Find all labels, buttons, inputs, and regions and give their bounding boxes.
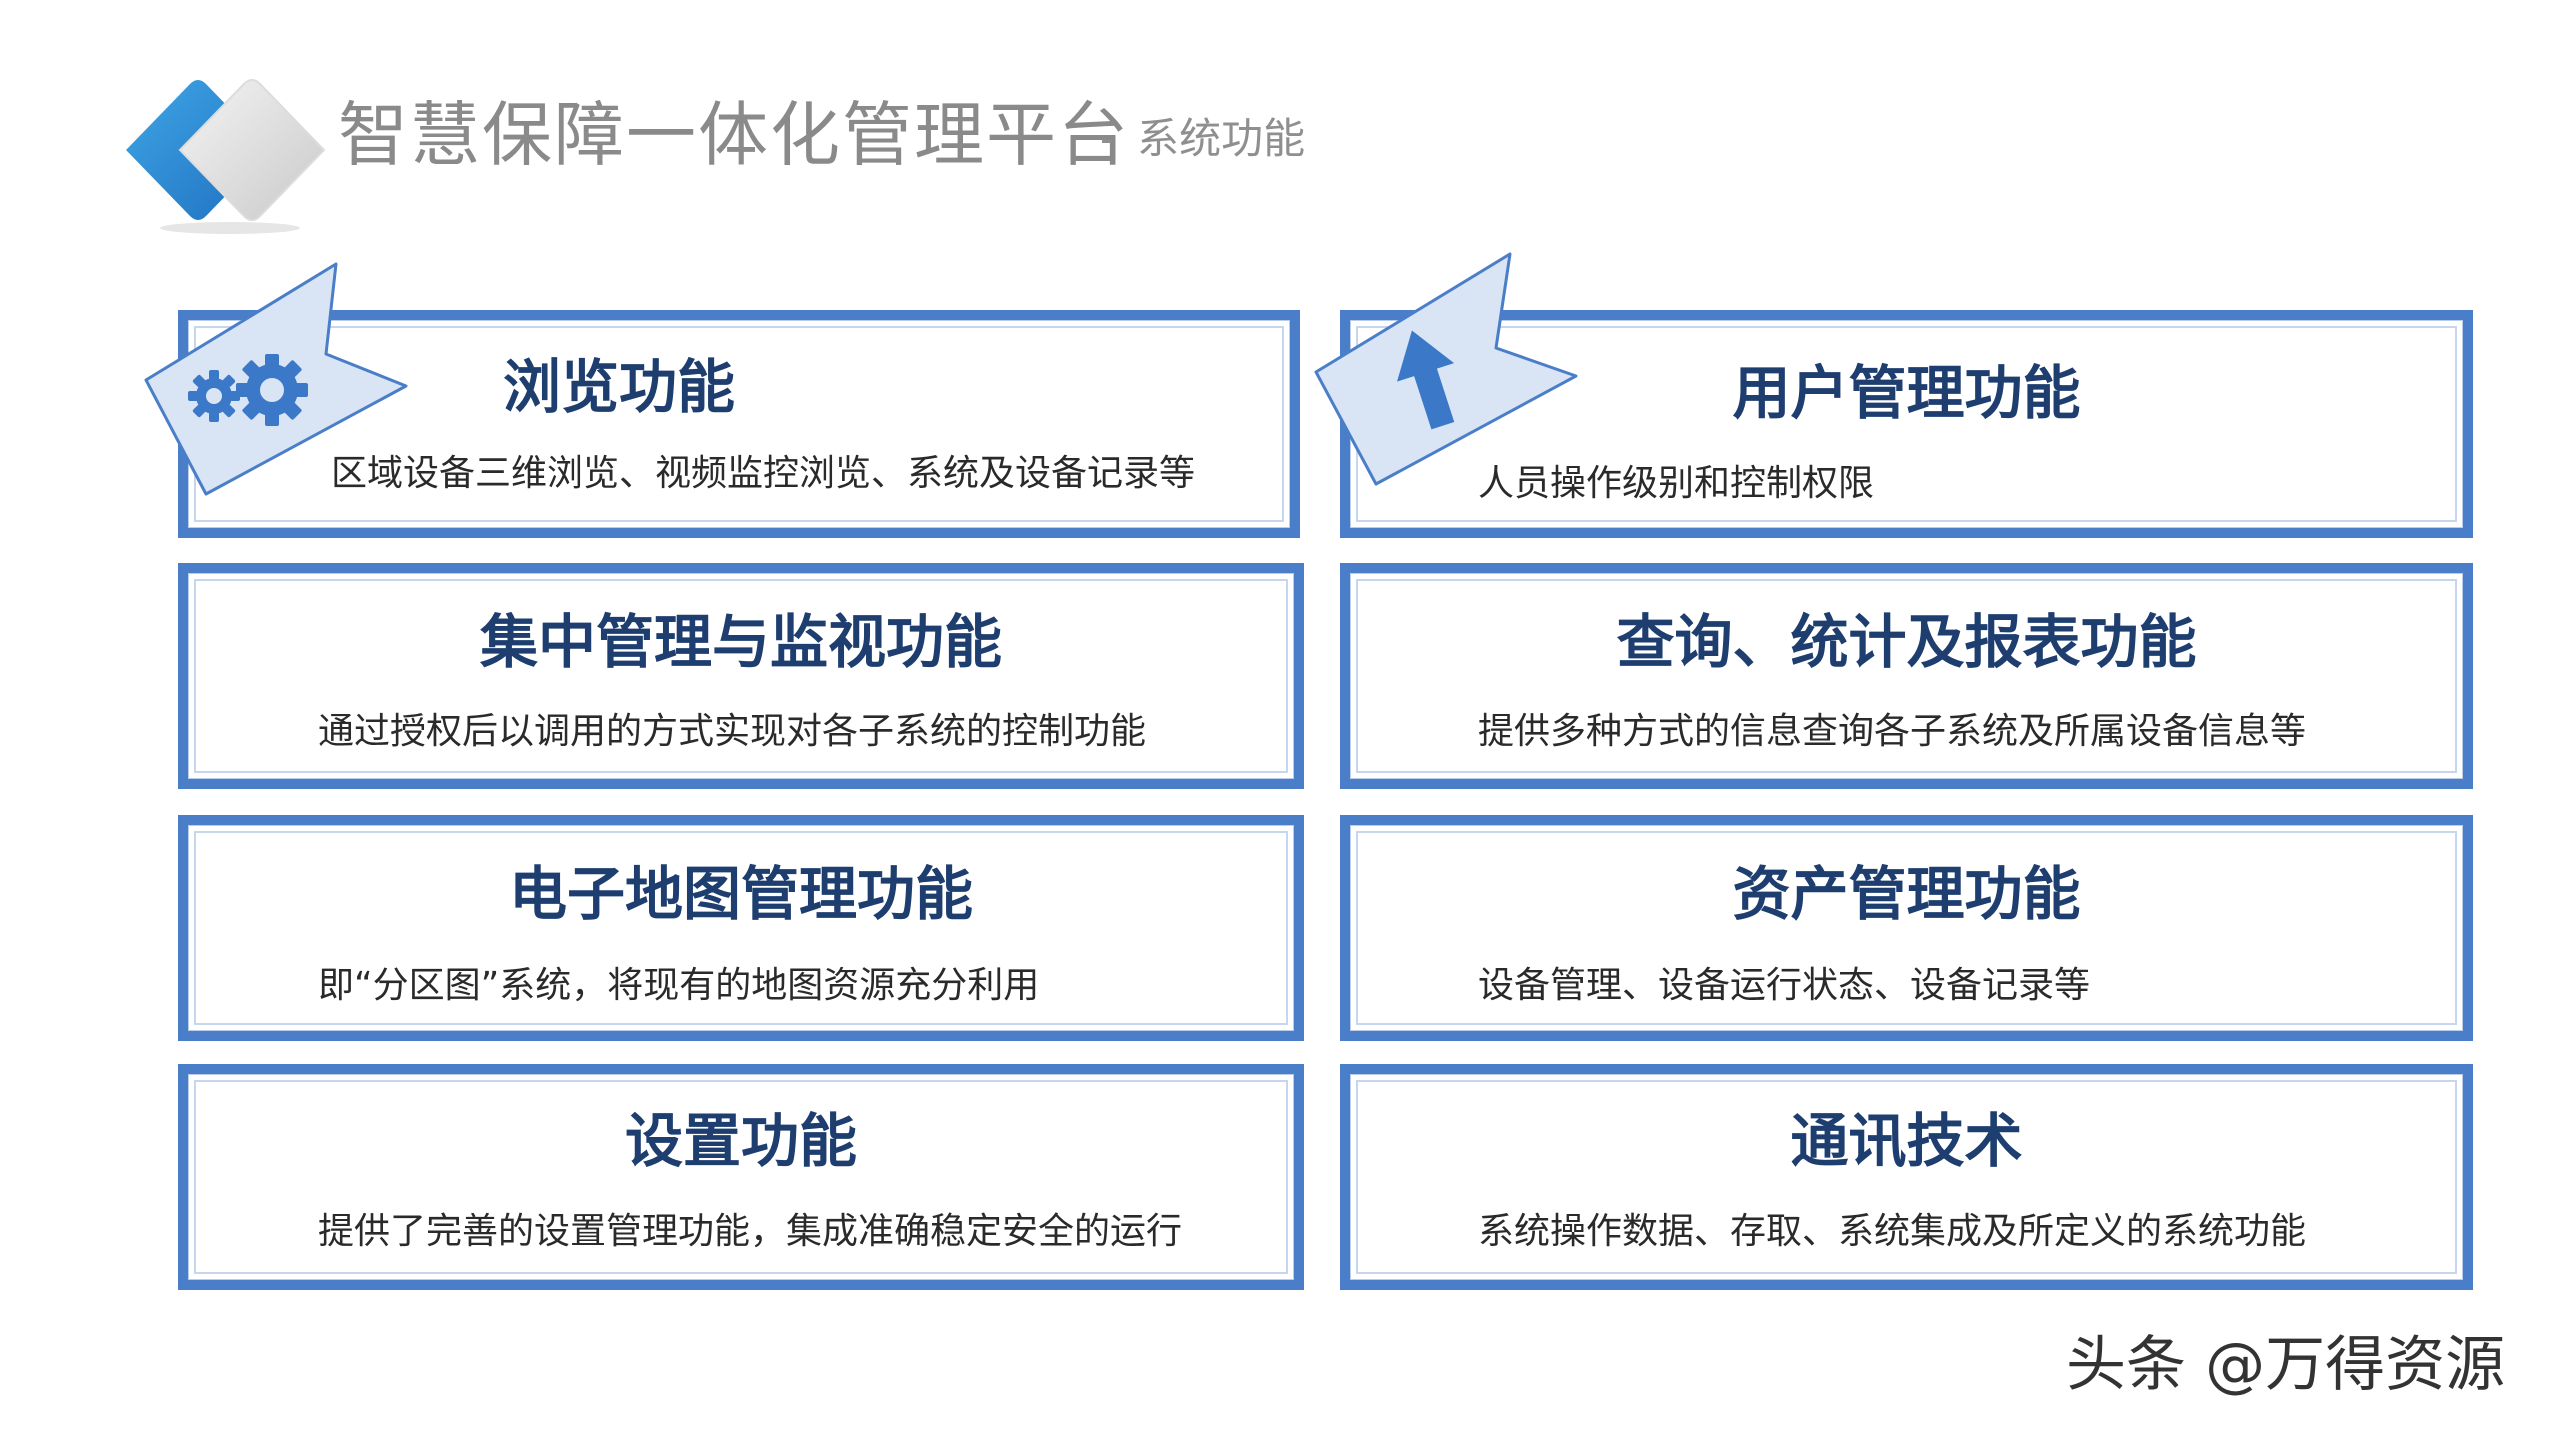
card-desc: 区域设备三维浏览、视频监控浏览、系统及设备记录等 <box>331 453 1196 494</box>
card-desc: 设备管理、设备运行状态、设备记录等 <box>1478 965 2091 1006</box>
card-asset-management: 资产管理功能 设备管理、设备运行状态、设备记录等 <box>1340 815 2473 1041</box>
card-query-statistics: 查询、统计及报表功能 提供多种方式的信息查询各子系统及所属设备信息等 <box>1340 563 2473 789</box>
page-subtitle: - 系统功能 <box>1100 118 1305 160</box>
card-desc: 提供了完善的设置管理功能，集成准确稳定安全的运行 <box>318 1211 1183 1252</box>
subtitle-text: 系统功能 <box>1137 114 1306 163</box>
logo-diamond-icon <box>126 79 326 234</box>
subtitle-dash: - <box>1100 114 1116 163</box>
card-title: 电子地图管理功能 <box>508 860 973 928</box>
card-title: 设置功能 <box>624 1107 857 1175</box>
card-desc: 即“分区图”系统，将现有的地图资源充分利用 <box>318 965 1040 1006</box>
card-communication: 通讯技术 系统操作数据、存取、系统集成及所定义的系统功能 <box>1340 1064 2473 1290</box>
card-desc: 通过授权后以调用的方式实现对各子系统的控制功能 <box>318 711 1147 752</box>
card-central-management: 集中管理与监视功能 通过授权后以调用的方式实现对各子系统的控制功能 <box>178 563 1304 789</box>
card-title: 通讯技术 <box>1790 1107 2023 1175</box>
card-desc: 提供多种方式的信息查询各子系统及所属设备信息等 <box>1478 711 2307 752</box>
card-title: 集中管理与监视功能 <box>479 608 1002 676</box>
cursor-arrow-icon <box>1314 252 1578 486</box>
watermark: 头条 @万得资源 <box>2066 1330 2506 1400</box>
card-title: 资产管理功能 <box>1732 860 2081 928</box>
card-map-management: 电子地图管理功能 即“分区图”系统，将现有的地图资源充分利用 <box>178 815 1304 1041</box>
card-title: 查询、统计及报表功能 <box>1616 608 2197 676</box>
page-title: 智慧保障一体化管理平台 <box>338 94 1130 176</box>
card-settings: 设置功能 提供了完善的设置管理功能，集成准确稳定安全的运行 <box>178 1064 1304 1290</box>
gears-icon <box>144 262 408 496</box>
card-desc: 系统操作数据、存取、系统集成及所定义的系统功能 <box>1478 1211 2307 1252</box>
